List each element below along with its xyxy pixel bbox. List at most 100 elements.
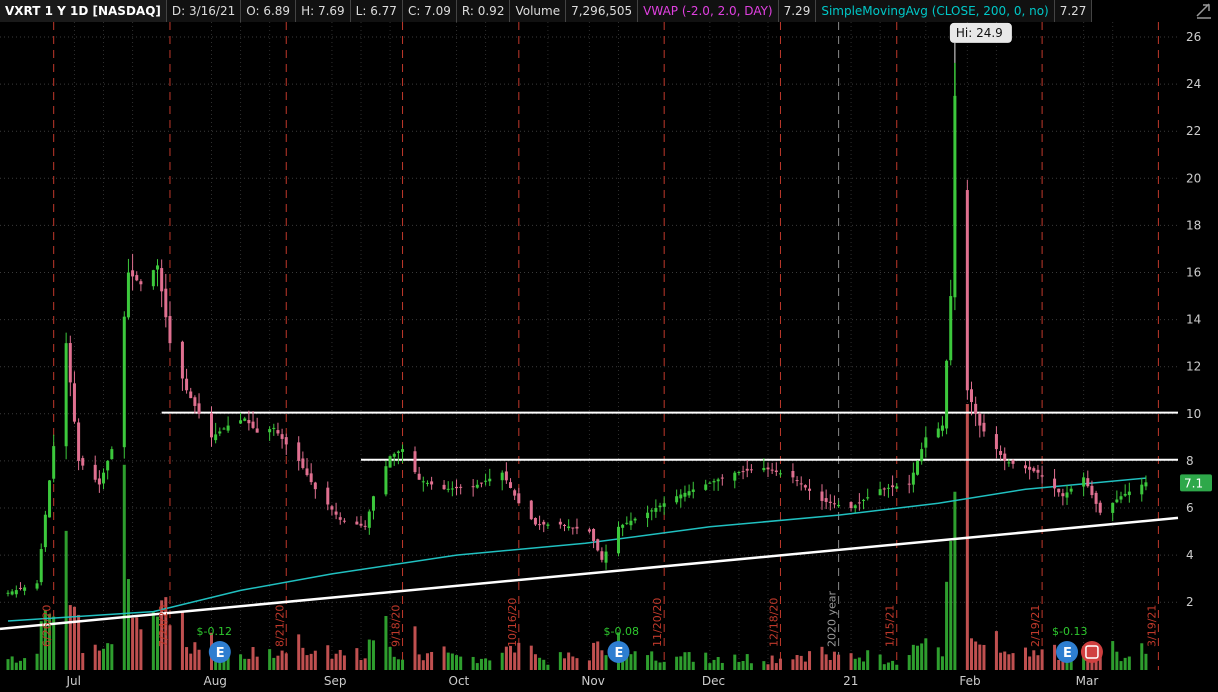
- candle-body: [504, 471, 508, 481]
- candle-body: [1098, 502, 1102, 513]
- candle-body: [940, 425, 944, 431]
- candle-body: [442, 484, 446, 490]
- candle-body: [189, 391, 193, 399]
- candle-body: [778, 473, 782, 475]
- candle-body: [799, 483, 803, 485]
- candle-body: [484, 480, 488, 482]
- candle-body: [239, 420, 243, 424]
- candle-body: [679, 494, 683, 499]
- volume-bar: [1032, 650, 1036, 670]
- date-value: D: 3/16/21: [166, 0, 242, 22]
- volume-bar: [239, 654, 243, 670]
- volume-bar: [504, 646, 508, 670]
- candle-body: [309, 473, 313, 483]
- x-tick-label: 21: [843, 674, 858, 688]
- candle-body: [209, 413, 213, 438]
- candle-body: [712, 481, 716, 483]
- volume-bar: [886, 662, 890, 670]
- candle-body: [359, 523, 363, 526]
- candle-body: [413, 451, 417, 473]
- volume-bar: [106, 643, 110, 670]
- volume-bar: [243, 658, 247, 670]
- volume-bar: [704, 652, 708, 670]
- candle-body: [803, 485, 807, 488]
- volume-bar: [442, 646, 446, 670]
- price-chart[interactable]: 24681012141618202224267.1 Jul Aug Sep Oct No…: [0, 22, 1218, 692]
- y-tick-label: 24: [1186, 77, 1201, 91]
- candle-body: [455, 486, 459, 489]
- volume-bar: [1115, 651, 1119, 670]
- volume-bar: [720, 662, 724, 670]
- candle-body: [558, 521, 562, 525]
- volume-bar: [920, 643, 924, 670]
- volume-bar: [471, 656, 475, 670]
- candle-body: [338, 517, 342, 520]
- volume-bar: [675, 656, 679, 670]
- candle-body: [1119, 496, 1123, 500]
- symbol-label[interactable]: VXRT 1 Y 1D [NASDAQ]: [0, 0, 167, 22]
- low-value: L: 6.77: [350, 0, 403, 22]
- date-marker-label: 11/20/20: [651, 598, 664, 647]
- candle-body: [774, 470, 778, 473]
- candle-body: [131, 270, 135, 277]
- candle-body: [533, 517, 537, 525]
- candle-body: [151, 270, 155, 287]
- candle-body: [1032, 468, 1036, 472]
- candle-body: [542, 521, 546, 525]
- volume-bar: [135, 617, 139, 670]
- volume-bar: [849, 653, 853, 670]
- volume-bar: [563, 658, 567, 670]
- volume-bar: [571, 656, 575, 670]
- candle-body: [475, 484, 479, 488]
- volume-bar: [766, 664, 770, 670]
- candle-body: [185, 378, 189, 391]
- collapse-icon[interactable]: [1194, 2, 1214, 20]
- volume-bar: [878, 654, 882, 670]
- volume-bar: [509, 645, 513, 670]
- candle-body: [741, 471, 745, 473]
- volume-bar: [313, 650, 317, 670]
- date-marker-label: 2020 year: [826, 590, 839, 647]
- candle-body: [949, 296, 953, 361]
- candle-body: [156, 265, 160, 270]
- volume-bar: [907, 655, 911, 670]
- candle-body: [6, 592, 10, 594]
- candle-body: [965, 190, 969, 391]
- candle-body: [500, 472, 504, 481]
- volume-bar: [126, 579, 130, 670]
- candle-body: [1053, 478, 1057, 489]
- candle-body: [770, 469, 774, 471]
- candle-body: [978, 413, 982, 426]
- candle-body: [1086, 478, 1090, 487]
- candle-body: [1028, 466, 1032, 470]
- volume-bar: [596, 641, 600, 670]
- candle-body: [48, 480, 52, 518]
- volume-bar: [479, 658, 483, 670]
- candle-body: [924, 437, 928, 448]
- candle-body: [43, 514, 47, 548]
- vwap-label[interactable]: VWAP (-2.0, 2.0, DAY): [638, 0, 779, 22]
- y-tick-label: 2: [1186, 595, 1194, 609]
- volume-bar: [1140, 643, 1144, 670]
- volume-bar: [924, 638, 928, 670]
- candle-body: [35, 583, 39, 589]
- candle-body: [1036, 469, 1040, 473]
- volume-bar: [820, 646, 824, 670]
- volume-bar: [284, 653, 288, 670]
- volume-bar: [18, 660, 22, 670]
- volume-bar: [891, 660, 895, 670]
- volume-bar: [189, 653, 193, 670]
- volume-bar: [81, 653, 85, 670]
- volume-bar: [857, 657, 861, 670]
- volume-bar: [737, 661, 741, 670]
- candle-body: [658, 505, 662, 508]
- sma-label[interactable]: SimpleMovingAvg (CLOSE, 200, 0, no): [816, 0, 1055, 22]
- volume-bar: [1011, 653, 1015, 670]
- volume-bar: [1003, 651, 1007, 670]
- volume-bar: [131, 617, 135, 670]
- candle-body: [77, 422, 81, 461]
- candle-body: [862, 499, 866, 501]
- volume-bar: [276, 655, 280, 670]
- volume-bar: [6, 659, 10, 670]
- volume-label[interactable]: Volume: [510, 0, 567, 22]
